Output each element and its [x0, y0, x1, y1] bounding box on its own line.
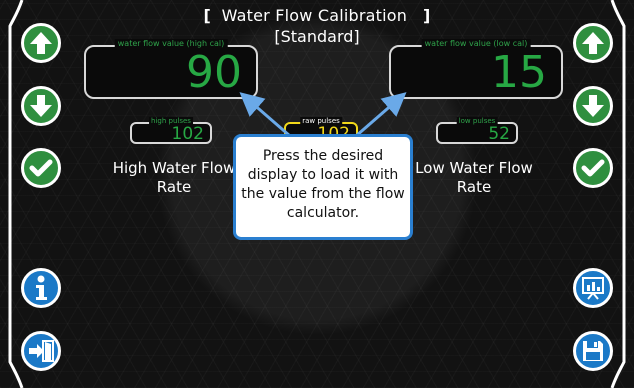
arrow-to-low-cal — [355, 92, 407, 138]
calibration-screen: [ Water Flow Calibration ] [Standard] wa… — [0, 0, 634, 388]
arrow-to-high-cal — [239, 92, 291, 138]
help-tooltip: Press the desired display to load it wit… — [233, 134, 413, 240]
